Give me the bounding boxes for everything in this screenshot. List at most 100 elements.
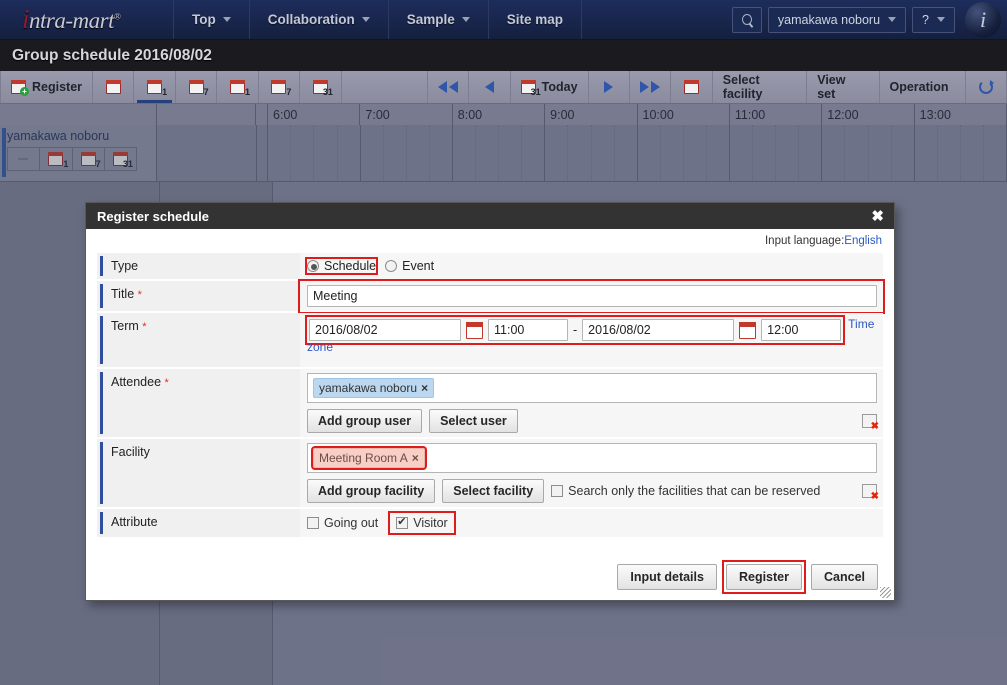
form-row-attendee: Attendee * yamakawa noboru × Add group u… <box>97 369 883 439</box>
dialog-title-bar[interactable]: Register schedule ✖ <box>86 203 894 229</box>
nav-item-top[interactable]: Top <box>174 0 250 39</box>
view-personal-week-button[interactable] <box>259 71 301 103</box>
refresh-icon <box>978 80 994 94</box>
select-facility-toolbar-button[interactable]: Select facility <box>713 71 808 103</box>
input-language-row: Input language: English <box>86 229 894 253</box>
radio-schedule[interactable]: Schedule <box>304 257 379 275</box>
chevron-left-icon <box>484 81 494 93</box>
input-details-button[interactable]: Input details <box>617 564 717 590</box>
view-group-week-button[interactable] <box>176 71 218 103</box>
calendar-search-icon <box>105 80 121 94</box>
reserved-only-label: Search only the facilities that can be r… <box>568 484 821 498</box>
next-button[interactable] <box>589 71 630 103</box>
attendee-clear-icon[interactable] <box>862 414 879 432</box>
user-menu[interactable]: yamakawa noboru <box>767 6 907 33</box>
logo-initial: i <box>22 4 30 34</box>
schedule-toolbar: + Register Today Select facility <box>0 71 1007 104</box>
attendee-required-mark: * <box>164 377 169 389</box>
term-end-date-picker-icon[interactable] <box>739 321 757 339</box>
radio-schedule-icon <box>307 260 319 272</box>
timezone-link-wrap[interactable]: zone <box>307 340 333 354</box>
personal-month-view-icon <box>312 80 333 97</box>
input-language-link[interactable]: English <box>844 235 882 247</box>
term-end-date-input[interactable] <box>582 319 735 341</box>
intra-mart-logo[interactable]: intra-mart® <box>0 0 174 39</box>
dialog-footer: Input details Register Cancel <box>86 554 894 600</box>
attendee-actions: Add group user Select user <box>307 409 879 433</box>
personal-week-view-icon <box>271 80 291 97</box>
term-required-mark: * <box>142 321 147 333</box>
form-row-facility: Facility Meeting Room A × Add group faci… <box>97 439 883 509</box>
double-chevron-left-icon-2 <box>449 81 458 93</box>
title-label-text: Title <box>111 287 135 301</box>
prev-button[interactable] <box>469 71 511 103</box>
view-group-day-button[interactable] <box>134 71 176 103</box>
facility-clear-icon[interactable] <box>862 484 879 502</box>
view-personal-day-button[interactable] <box>217 71 259 103</box>
search-schedule-button[interactable] <box>93 71 135 103</box>
radio-event-label: Event <box>402 259 435 273</box>
going-out-checkbox[interactable]: Going out <box>307 516 378 530</box>
facility-tag[interactable]: Meeting Room A × <box>311 446 427 470</box>
operation-menu[interactable]: Operation <box>880 71 966 103</box>
logo-registered-mark: ® <box>113 11 121 22</box>
reserved-only-checkbox[interactable]: Search only the facilities that can be r… <box>551 484 820 498</box>
chevron-right-icon <box>604 81 614 93</box>
nav-item-collaboration[interactable]: Collaboration <box>250 0 389 39</box>
facility-tag-remove-icon[interactable]: × <box>412 451 419 465</box>
calendar-picker-button[interactable] <box>671 71 713 103</box>
type-value: Schedule Event <box>300 253 883 280</box>
radio-event-icon <box>385 260 398 272</box>
nav-item-site-map[interactable]: Site map <box>489 0 583 39</box>
attribute-label: Attribute <box>97 509 300 538</box>
term-start-date-picker-icon[interactable] <box>466 321 483 339</box>
attendee-tag-remove-icon[interactable]: × <box>421 381 428 395</box>
register-submit-button[interactable]: Register <box>725 564 802 590</box>
refresh-button[interactable] <box>966 71 1007 103</box>
nav-item-sample-label: Sample <box>406 12 455 27</box>
close-icon[interactable]: ✖ <box>871 209 884 224</box>
facility-tag-box[interactable]: Meeting Room A × <box>307 443 877 473</box>
double-chevron-right-icon-2 <box>651 81 661 93</box>
select-user-button[interactable]: Select user <box>429 409 518 433</box>
term-start-date-input[interactable] <box>309 319 461 341</box>
today-button[interactable]: Today <box>511 71 589 103</box>
form-row-attribute: Attribute Going out Visitor <box>97 509 883 539</box>
add-group-user-button[interactable]: Add group user <box>307 409 423 433</box>
search-icon <box>741 14 752 25</box>
user-menu-label: yamakawa noboru <box>777 12 881 27</box>
facility-tag-label: Meeting Room A <box>319 451 408 465</box>
input-language-label: Input language: <box>764 235 845 247</box>
attendee-tag[interactable]: yamakawa noboru × <box>313 378 435 398</box>
help-menu[interactable]: ? <box>912 6 955 33</box>
register-button[interactable]: + Register <box>0 71 94 103</box>
type-label: Type <box>97 253 300 280</box>
facility-actions: Add group facility Select facility Searc… <box>307 479 879 503</box>
view-personal-month-button[interactable] <box>300 71 342 103</box>
nav-item-sample[interactable]: Sample <box>389 0 489 39</box>
going-out-checkbox-icon <box>307 517 319 529</box>
cancel-button[interactable]: Cancel <box>811 564 878 590</box>
visitor-checkbox[interactable]: Visitor <box>388 511 456 535</box>
dialog-resize-grip[interactable] <box>880 587 891 598</box>
select-facility-button[interactable]: Select facility <box>442 479 545 503</box>
next-fast-button[interactable] <box>630 71 672 103</box>
term-start-time-input[interactable] <box>488 319 568 341</box>
timezone-link[interactable]: Time <box>848 317 874 331</box>
double-chevron-right-icon <box>640 81 650 93</box>
attribute-value: Going out Visitor <box>300 509 883 538</box>
radio-event[interactable]: Event <box>385 259 434 273</box>
reserved-only-checkbox-icon <box>551 485 564 497</box>
prev-fast-button[interactable] <box>428 71 470 103</box>
add-group-facility-button[interactable]: Add group facility <box>307 479 436 503</box>
search-button[interactable] <box>731 6 762 33</box>
personal-day-view-icon <box>230 80 250 97</box>
info-badge-icon[interactable]: i <box>965 1 1001 38</box>
title-input[interactable] <box>307 285 877 307</box>
title-label: Title * <box>97 281 300 312</box>
view-set-menu[interactable]: View set <box>807 71 880 103</box>
term-end-time-input[interactable] <box>761 319 842 341</box>
group-day-view-icon <box>147 80 167 97</box>
term-label: Term * <box>97 313 300 368</box>
attendee-tag-box[interactable]: yamakawa noboru × <box>307 373 877 403</box>
